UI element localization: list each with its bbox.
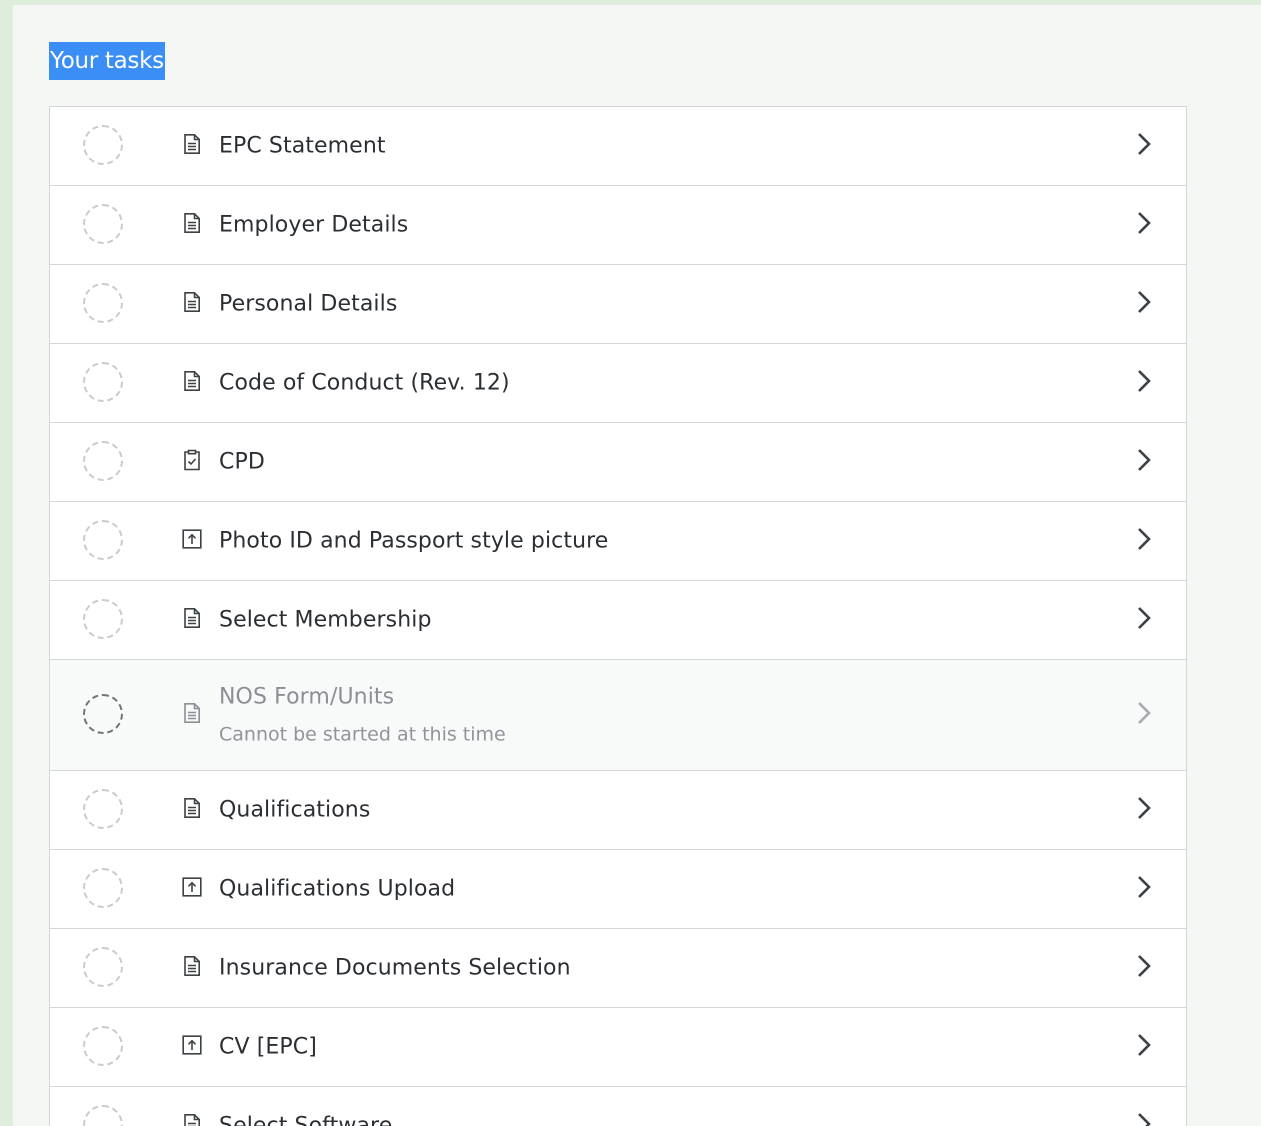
task-sublabel: Cannot be started at this time	[219, 723, 506, 746]
status-circle-icon	[83, 789, 123, 829]
task-label: CV [EPC]	[219, 1034, 317, 1060]
task-label: Insurance Documents Selection	[219, 955, 571, 981]
task-label: Personal Details	[219, 291, 398, 317]
task-label: CPD	[219, 449, 265, 475]
task-text: Qualifications	[219, 798, 370, 823]
upload-icon	[180, 1033, 204, 1057]
status-circle-icon	[83, 520, 123, 560]
task-row[interactable]: Select Membership	[50, 581, 1186, 660]
task-text: NOS Form/Units Cannot be started at this…	[219, 685, 506, 746]
task-row[interactable]: Qualifications	[50, 771, 1186, 850]
status-circle-icon	[83, 125, 123, 165]
status-circle-icon	[83, 362, 123, 402]
task-row[interactable]: Code of Conduct (Rev. 12)	[50, 344, 1186, 423]
chevron-right-icon	[1136, 447, 1152, 473]
task-row[interactable]: Photo ID and Passport style picture	[50, 502, 1186, 581]
document-icon	[180, 606, 204, 630]
chevron-right-icon	[1136, 1111, 1152, 1126]
status-circle-icon	[83, 283, 123, 323]
chevron-right-icon	[1136, 131, 1152, 157]
status-circle-icon	[83, 441, 123, 481]
status-circle-icon	[83, 204, 123, 244]
task-text: CPD	[219, 450, 265, 475]
task-row[interactable]: CPD	[50, 423, 1186, 502]
task-text: EPC Statement	[219, 134, 386, 159]
task-text: Code of Conduct (Rev. 12)	[219, 371, 510, 396]
document-icon	[180, 796, 204, 820]
task-row[interactable]: Personal Details	[50, 265, 1186, 344]
chevron-right-icon	[1136, 605, 1152, 631]
chevron-right-icon	[1136, 874, 1152, 900]
task-text: Employer Details	[219, 213, 408, 238]
task-label: Code of Conduct (Rev. 12)	[219, 370, 510, 396]
task-text: Photo ID and Passport style picture	[219, 529, 608, 554]
task-text: Personal Details	[219, 292, 397, 317]
chevron-right-icon	[1136, 526, 1152, 552]
chevron-right-icon	[1136, 700, 1152, 726]
task-row[interactable]: CV [EPC]	[50, 1008, 1186, 1087]
document-icon	[180, 290, 204, 314]
task-label: Qualifications Upload	[219, 876, 456, 902]
task-text: Select Membership	[219, 608, 432, 633]
document-icon	[180, 211, 204, 235]
task-text: Insurance Documents Selection	[219, 956, 571, 981]
status-circle-icon	[83, 694, 123, 734]
task-label: Qualifications	[219, 797, 371, 823]
section-title: Your tasks	[49, 42, 165, 80]
chevron-right-icon	[1136, 1032, 1152, 1058]
chevron-right-icon	[1136, 368, 1152, 394]
chevron-right-icon	[1136, 210, 1152, 236]
task-row[interactable]: Select Software	[50, 1087, 1186, 1126]
upload-icon	[180, 875, 204, 899]
task-label: Photo ID and Passport style picture	[219, 528, 609, 554]
task-label: EPC Statement	[219, 133, 386, 159]
upload-icon	[180, 527, 204, 551]
task-label: Select Software	[219, 1113, 393, 1126]
status-circle-icon	[83, 1105, 123, 1126]
document-icon	[180, 369, 204, 393]
document-icon	[180, 701, 204, 725]
document-icon	[180, 954, 204, 978]
status-circle-icon	[83, 947, 123, 987]
task-row: NOS Form/Units Cannot be started at this…	[50, 660, 1186, 771]
task-label: NOS Form/Units	[219, 684, 395, 710]
status-circle-icon	[83, 868, 123, 908]
chevron-right-icon	[1136, 795, 1152, 821]
task-row[interactable]: Qualifications Upload	[50, 850, 1186, 929]
task-label: Select Membership	[219, 607, 432, 633]
clipboard-check-icon	[180, 448, 204, 472]
status-circle-icon	[83, 599, 123, 639]
chevron-right-icon	[1136, 289, 1152, 315]
document-icon	[180, 1112, 204, 1126]
task-text: Qualifications Upload	[219, 877, 455, 902]
document-icon	[180, 132, 204, 156]
tasks-panel: Your tasks EPC Statement Employer Detail…	[13, 5, 1261, 1126]
task-row[interactable]: Employer Details	[50, 186, 1186, 265]
task-row[interactable]: Insurance Documents Selection	[50, 929, 1186, 1008]
task-text: CV [EPC]	[219, 1035, 317, 1060]
chevron-right-icon	[1136, 953, 1152, 979]
task-list: EPC Statement Employer Details Personal …	[49, 106, 1187, 1126]
task-row[interactable]: EPC Statement	[50, 107, 1186, 186]
status-circle-icon	[83, 1026, 123, 1066]
task-label: Employer Details	[219, 212, 409, 238]
task-text: Select Software	[219, 1114, 392, 1126]
